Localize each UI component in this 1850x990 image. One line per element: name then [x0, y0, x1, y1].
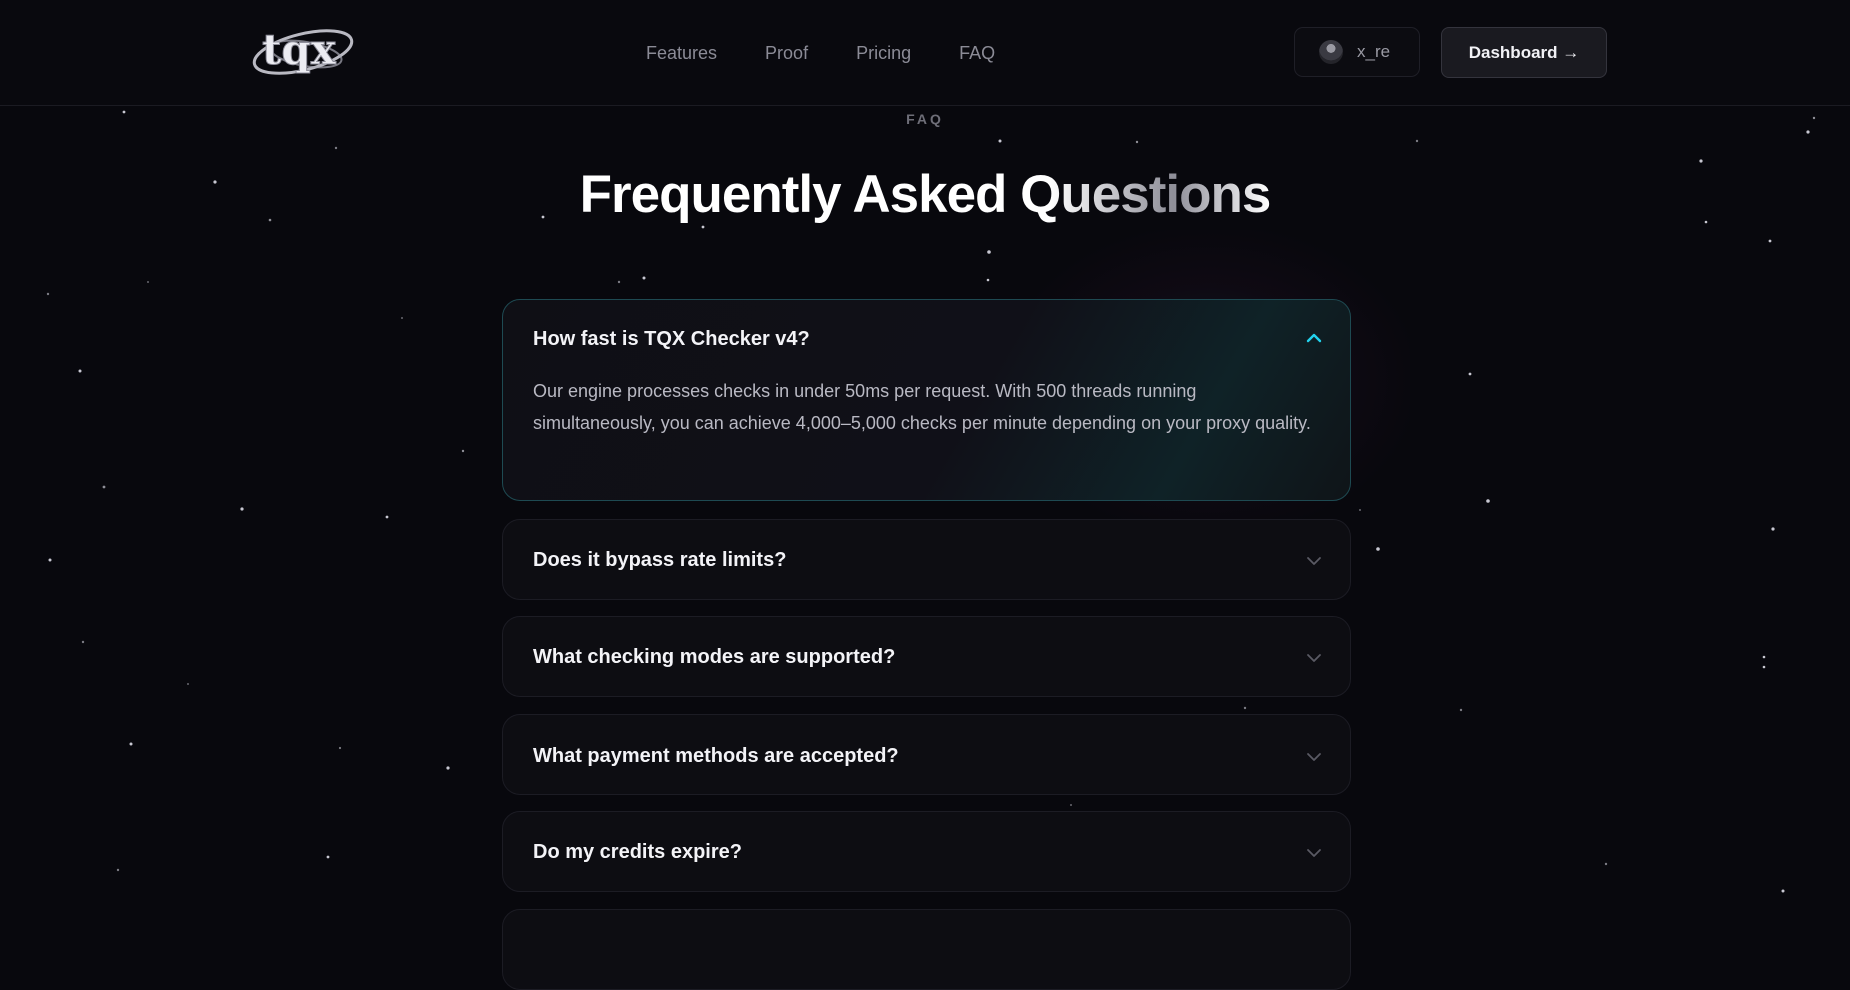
faq-question[interactable]: Do my credits expire?: [533, 839, 742, 865]
svg-text:tqx: tqx: [262, 25, 337, 74]
faq-item[interactable]: How fast is TQX Checker v4? Our engine p…: [502, 299, 1351, 501]
chevron-down-icon[interactable]: [1306, 752, 1322, 762]
chevron-up-icon[interactable]: [1306, 333, 1322, 343]
nav-link-features[interactable]: Features: [646, 41, 717, 65]
faq-item[interactable]: Does it bypass rate limits?: [502, 519, 1351, 600]
faq-item[interactable]: What payment methods are accepted?: [502, 714, 1351, 795]
faq-question[interactable]: What checking modes are supported?: [533, 644, 895, 670]
page-title: Frequently Asked Questions: [579, 165, 1272, 224]
faq-question[interactable]: How fast is TQX Checker v4?: [533, 326, 810, 352]
tqx-logo[interactable]: tqx: [248, 14, 358, 86]
chevron-down-icon[interactable]: [1306, 848, 1322, 858]
faq-question[interactable]: What payment methods are accepted?: [533, 743, 899, 769]
chevron-down-icon[interactable]: [1306, 556, 1322, 566]
user-avatar: [1319, 40, 1343, 64]
faq-question[interactable]: Does it bypass rate limits?: [533, 547, 786, 573]
dashboard-button[interactable]: Dashboard →: [1441, 27, 1607, 78]
user-name: x_re: [1357, 42, 1391, 61]
faq-item-partial[interactable]: [502, 909, 1351, 990]
main-nav: Features Proof Pricing FAQ: [646, 41, 995, 65]
faq-answer: Our engine processes checks in under 50m…: [533, 381, 1311, 433]
faq-item[interactable]: Do my credits expire?: [502, 811, 1351, 892]
nav-link-proof[interactable]: Proof: [765, 41, 808, 65]
nav-link-pricing[interactable]: Pricing: [856, 41, 911, 65]
top-navbar: tqx Features Proof Pricing FAQ x_re Dash…: [0, 0, 1850, 106]
nav-link-faq[interactable]: FAQ: [959, 41, 995, 65]
user-menu-button[interactable]: x_re: [1294, 27, 1420, 77]
faq-item[interactable]: What checking modes are supported?: [502, 616, 1351, 697]
section-eyebrow: FAQ: [906, 111, 944, 127]
chevron-down-icon[interactable]: [1306, 653, 1322, 663]
